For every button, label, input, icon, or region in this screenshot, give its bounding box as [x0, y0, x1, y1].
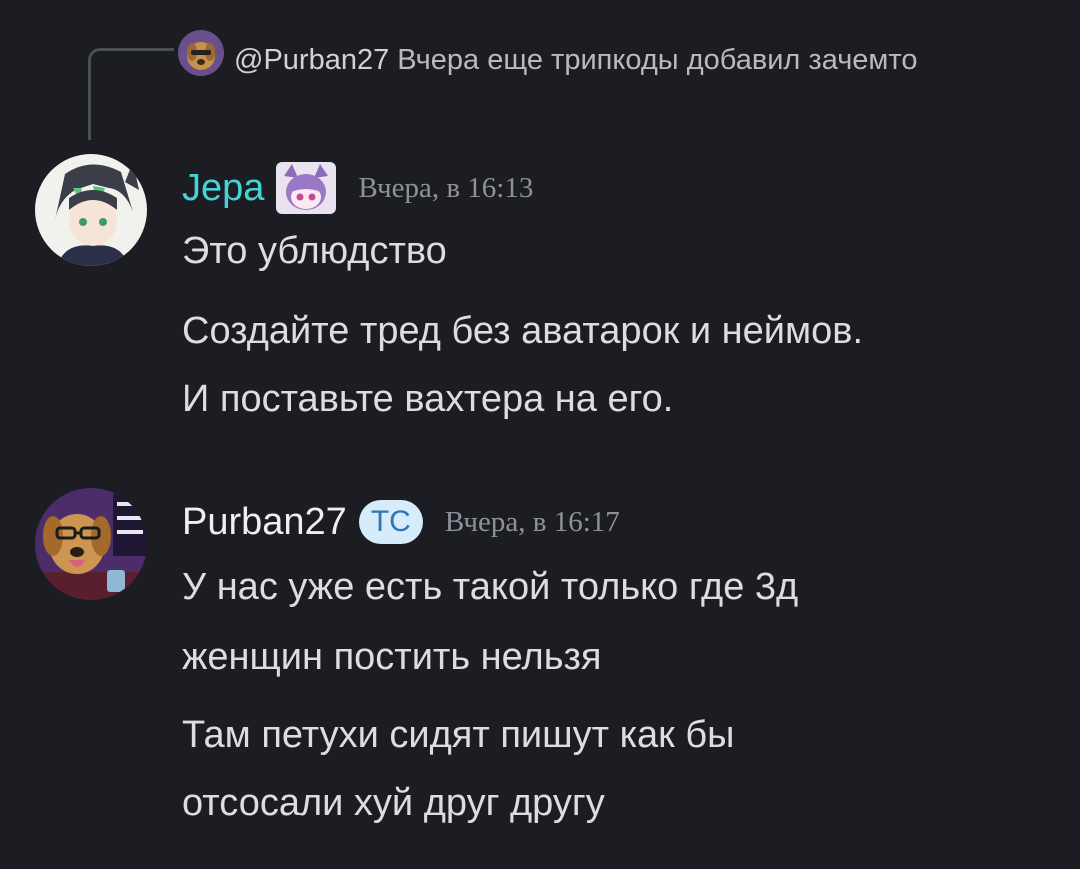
dog-avatar-icon — [35, 488, 147, 600]
message-text: Там петухи сидят пишут как бы — [182, 714, 735, 756]
reply-quoted-text: Вчера еще трипкоды добавил зачемто — [397, 44, 918, 76]
username[interactable]: Jepa — [182, 167, 264, 210]
username[interactable]: Purban27 — [182, 501, 347, 544]
purban27-avatar[interactable] — [35, 488, 147, 600]
message-text: Создайте тред без аватарок и неймов. — [182, 310, 864, 352]
reply-connector-line — [88, 48, 174, 140]
message-header: Purban27 ТС Вчера, в 16:17 — [182, 492, 620, 552]
anime-avatar-icon — [35, 154, 147, 266]
message-text: Это ублюдство — [182, 230, 447, 272]
anime-girl-badge-icon — [276, 162, 337, 214]
message-timestamp: Вчера, в 16:13 — [358, 171, 534, 204]
message-text: отсосали хуй друг другу — [182, 782, 605, 824]
profile-badge-icon[interactable] — [276, 162, 337, 214]
message-text: У нас уже есть такой только где 3д — [182, 566, 799, 608]
message-text: И поставьте вахтера на его. — [182, 378, 674, 420]
reply-preview[interactable]: @Purban27 Вчера еще трипкоды добавил зач… — [182, 32, 982, 88]
message-timestamp: Вчера, в 16:17 — [444, 505, 620, 538]
jepa-avatar[interactable] — [35, 154, 147, 266]
reply-author-mention[interactable]: @Purban27 — [234, 44, 389, 76]
op-badge: ТС — [358, 500, 423, 544]
message-text: женщин постить нельзя — [182, 636, 602, 678]
message-header: Jepa Вчера, в 16:13 — [182, 158, 533, 218]
